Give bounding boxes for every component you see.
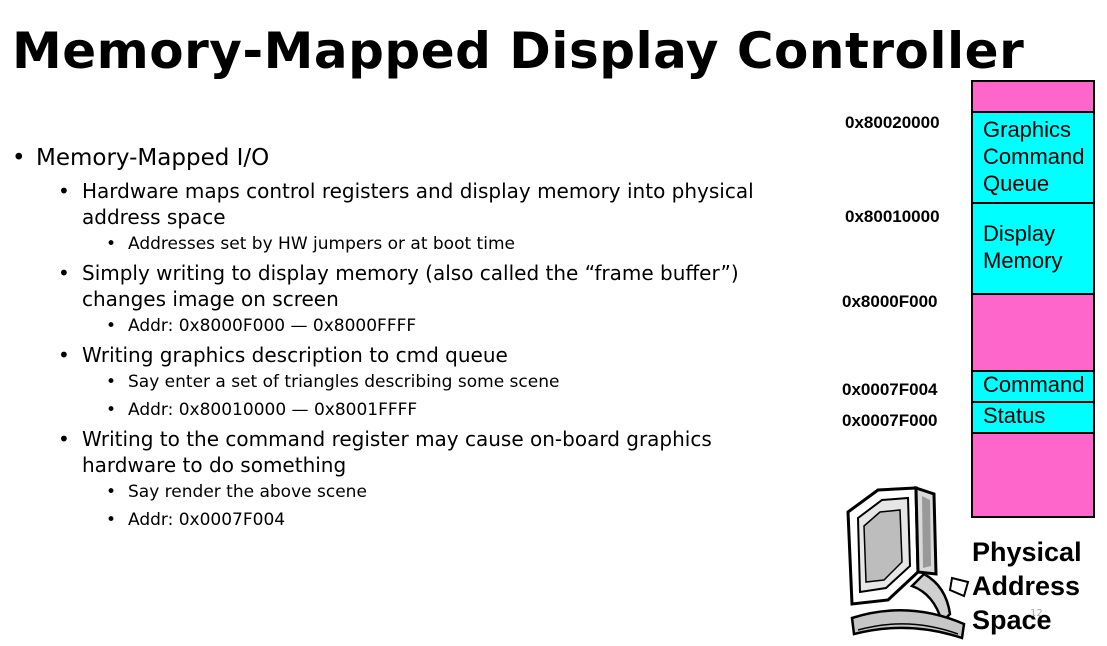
bullet-l3: • Say render the above scene	[12, 478, 812, 506]
physical-address-space-label: Physical Address Space	[972, 537, 1082, 635]
memory-segment-graphics-queue: Graphics Command Queue	[971, 111, 1095, 204]
bullet-l3: • Addr: 0x8000F000 — 0x8000FFFF	[12, 312, 812, 340]
segment-label: Command	[983, 372, 1085, 397]
bullet-dot-icon: •	[106, 372, 117, 392]
bullet-l1: • Memory-Mapped I/O	[12, 142, 812, 174]
memory-segment-free	[971, 432, 1095, 518]
bullet-dot-icon: •	[58, 261, 70, 285]
bullet-dot-icon: •	[106, 400, 117, 420]
bullet-l2: • Hardware maps control registers and dis…	[12, 178, 812, 230]
bullet-text: Say enter a set of triangles describing …	[128, 372, 560, 392]
bullet-text: Say render the above scene	[128, 482, 367, 502]
memory-segment-free	[971, 80, 1095, 113]
bullet-dot-icon: •	[12, 145, 26, 171]
bullet-text: Hardware maps control registers and disp…	[82, 179, 754, 229]
bullet-dot-icon: •	[58, 427, 70, 451]
bullet-dot-icon: •	[58, 179, 70, 203]
bullet-dot-icon: •	[106, 482, 117, 502]
computer-clipart-icon	[846, 485, 970, 640]
bullet-dot-icon: •	[106, 234, 117, 254]
memory-segment-display-memory: Display Memory	[971, 202, 1095, 295]
bullet-l3: • Addr: 0x80010000 — 0x8001FFFF	[12, 396, 812, 424]
segment-label: Display Memory	[983, 221, 1063, 273]
bullet-dot-icon: •	[106, 316, 117, 336]
bullet-dot-icon: •	[58, 343, 70, 367]
segment-label: Graphics Command Queue	[983, 117, 1085, 196]
bullet-text: Addr: 0x80010000 — 0x8001FFFF	[128, 400, 418, 420]
bullet-text: Memory-Mapped I/O	[36, 145, 270, 171]
bullet-text: Simply writing to display memory (also c…	[82, 261, 739, 311]
bullet-l2: • Writing graphics description to cmd que…	[12, 342, 812, 368]
bullet-l3: • Say enter a set of triangles describing…	[12, 368, 812, 396]
memory-segment-free	[971, 293, 1095, 372]
segment-label: Status	[983, 403, 1046, 428]
address-label: 0x80020000	[845, 113, 940, 132]
bullet-l2: • Simply writing to display memory (also …	[12, 260, 812, 312]
bullet-text: Writing to the command register may caus…	[82, 427, 712, 477]
address-label: 0x80010000	[845, 207, 940, 226]
address-label: 0x8000F000	[842, 292, 938, 311]
address-label: 0x0007F000	[842, 411, 938, 430]
bullet-list: • Memory-Mapped I/O • Hardware maps contro…	[12, 142, 812, 534]
bullet-l3: • Addresses set by HW jumpers or at boot …	[12, 230, 812, 258]
memory-segment-status: Status	[971, 401, 1095, 434]
bullet-l3: • Addr: 0x0007F004	[12, 506, 812, 534]
bullet-l2: • Writing to the command register may cau…	[12, 426, 812, 478]
slide-title: Memory-Mapped Display Controller	[12, 22, 1025, 80]
bullet-dot-icon: •	[106, 510, 117, 530]
page-number: 12	[1030, 608, 1043, 619]
address-label: 0x0007F004	[842, 380, 938, 399]
memory-segment-command: Command	[971, 370, 1095, 403]
bullet-text: Writing graphics description to cmd queu…	[82, 343, 508, 367]
bullet-text: Addr: 0x0007F004	[128, 510, 286, 530]
bullet-text: Addresses set by HW jumpers or at boot t…	[128, 234, 515, 254]
bullet-text: Addr: 0x8000F000 — 0x8000FFFF	[128, 316, 417, 336]
